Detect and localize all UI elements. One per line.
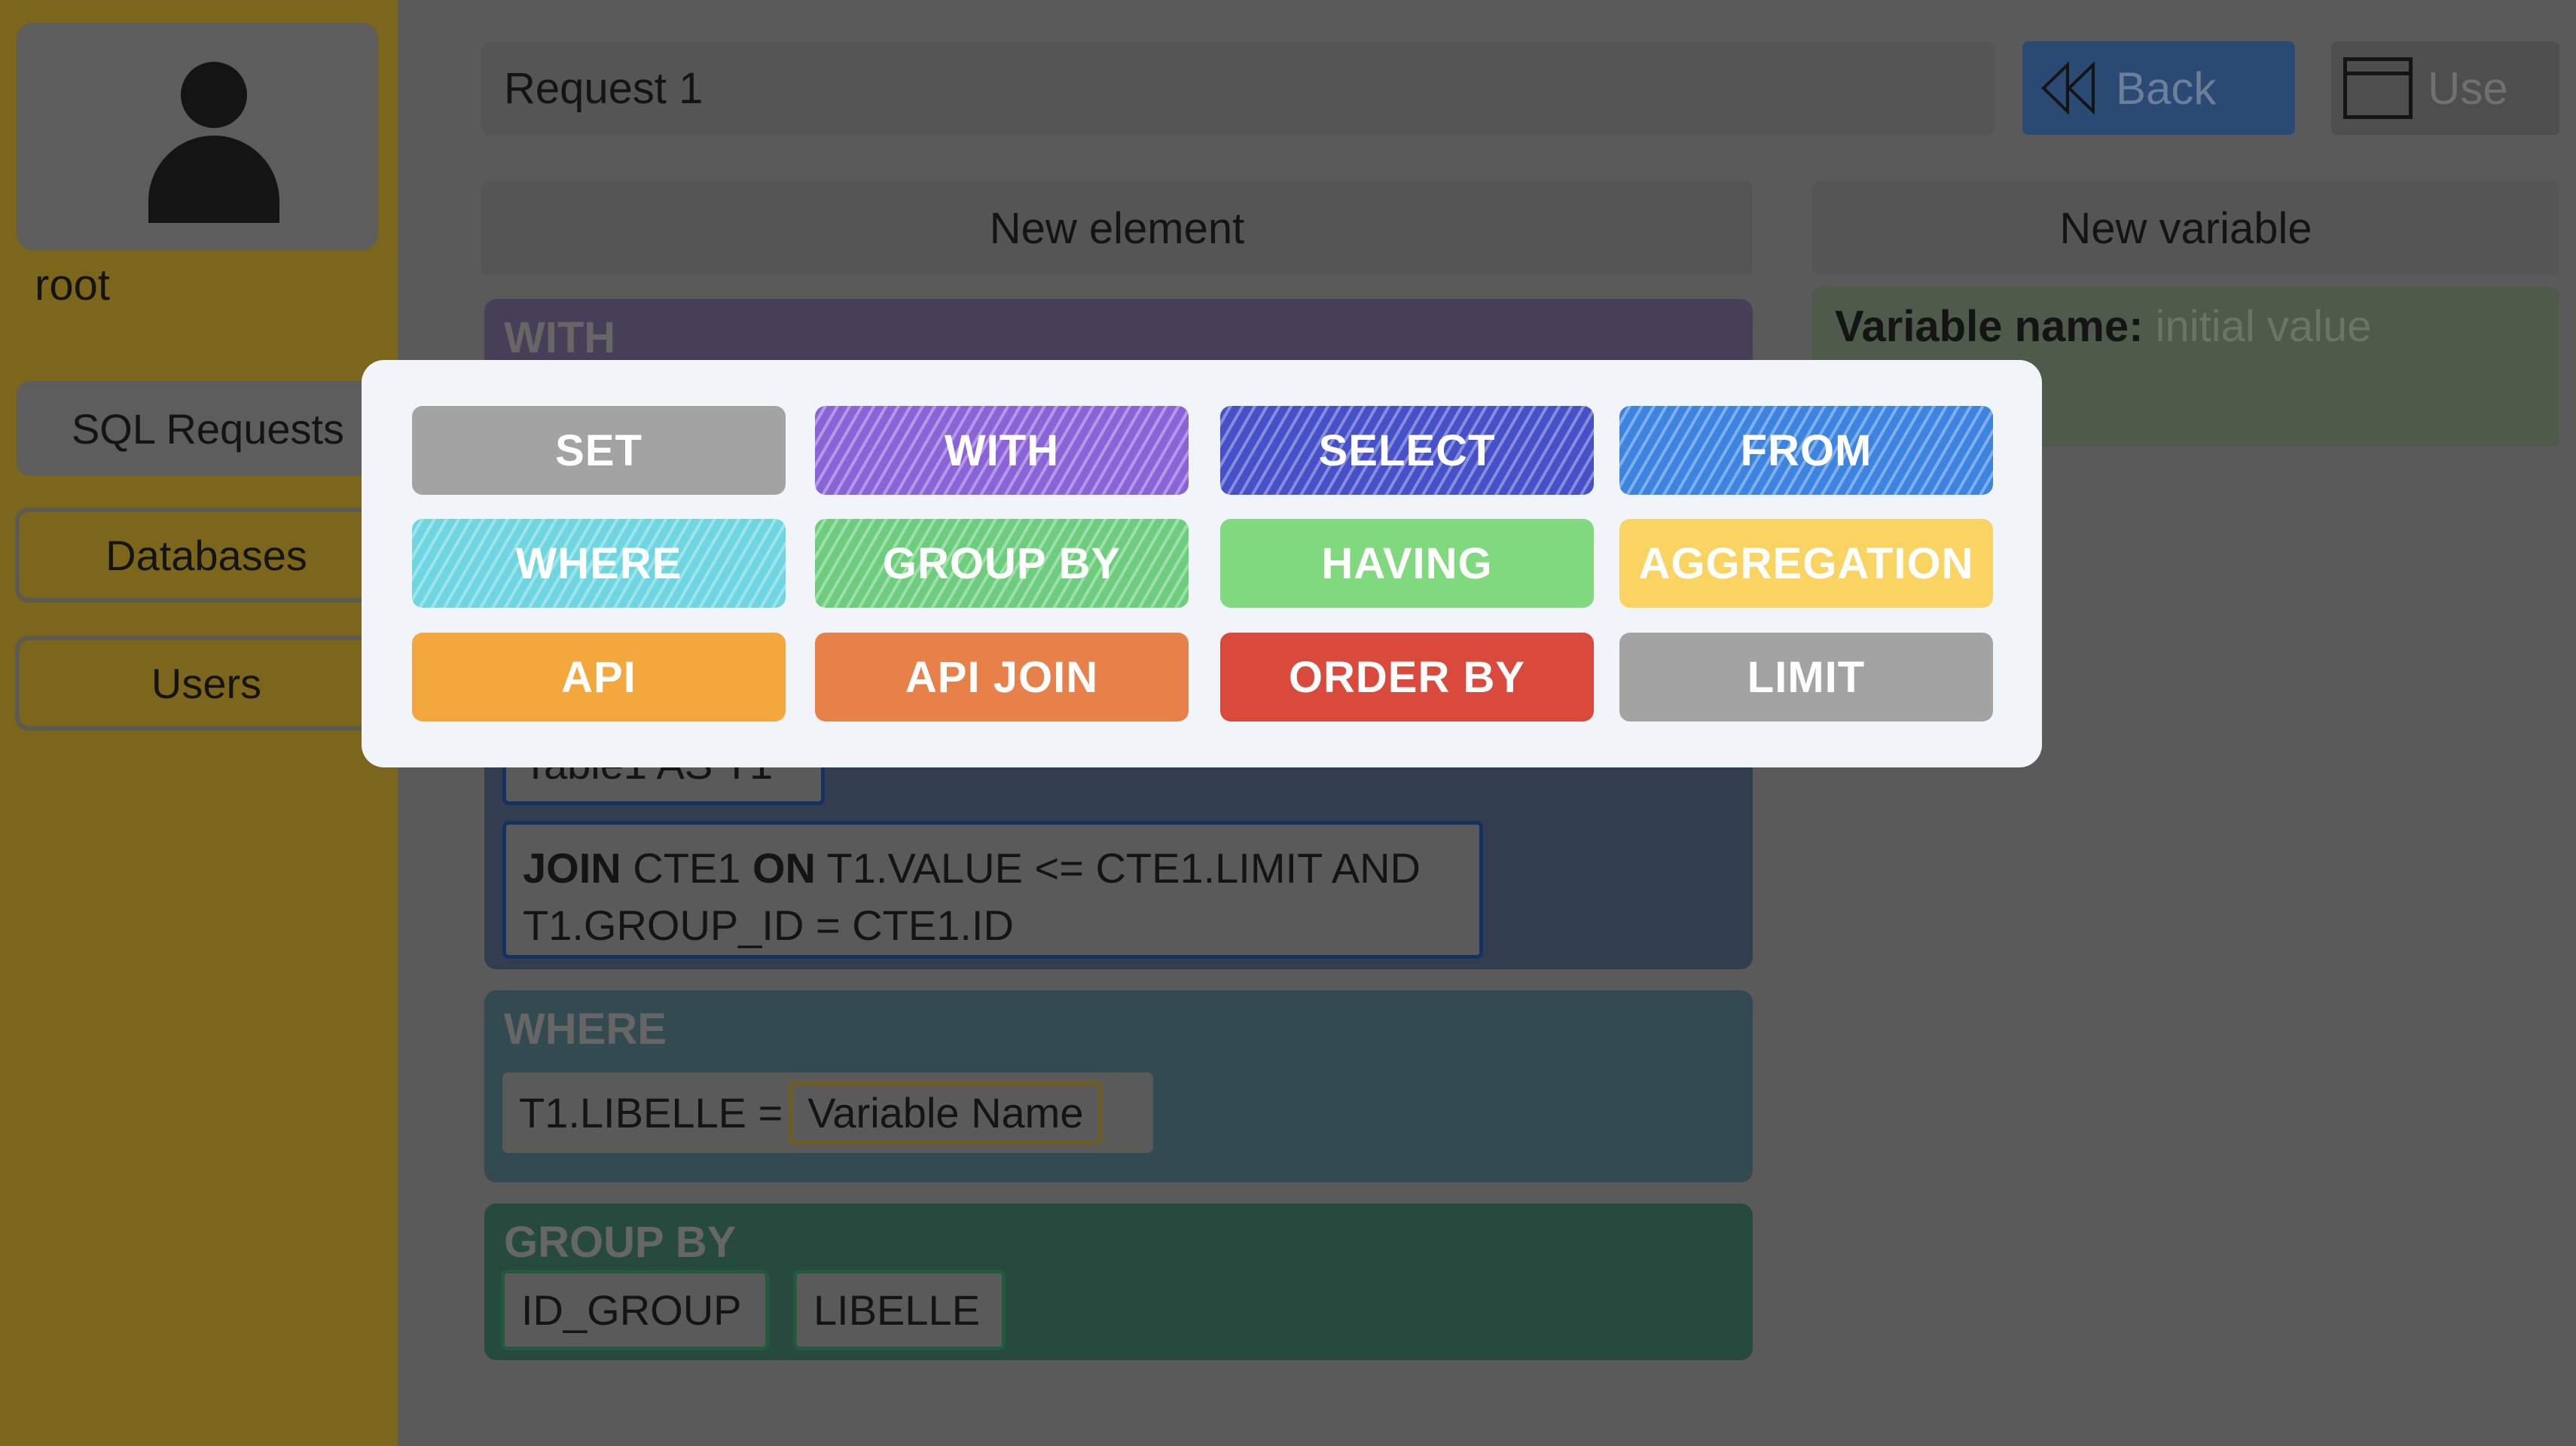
join-keyword: JOIN	[523, 844, 621, 892]
block-label: WHERE	[504, 1005, 667, 1054]
option-aggregation-button[interactable]: AGGREGATION	[1619, 519, 1993, 608]
group-by-item[interactable]: LIBELLE	[793, 1270, 1006, 1350]
option-api-button[interactable]: API	[412, 633, 786, 721]
sidebar-item-users[interactable]: Users	[15, 636, 398, 731]
option-api-join-button[interactable]: API JOIN	[815, 633, 1189, 721]
join-item[interactable]: JOIN CTE1 ON T1.VALUE <= CTE1.LIMIT AND …	[502, 821, 1483, 959]
join-table: CTE1	[633, 844, 741, 892]
variable-chip[interactable]: Variable Name	[789, 1081, 1103, 1144]
block-label: GROUP BY	[504, 1218, 737, 1267]
use-button[interactable]: Use	[2331, 41, 2559, 135]
avatar	[17, 23, 378, 250]
user-icon	[181, 62, 247, 128]
new-element-modal: SET WITH SELECT FROM WHERE GROUP BY HAVING AGGR…	[362, 360, 2042, 767]
group-by-item[interactable]: ID_GROUP	[501, 1270, 769, 1350]
user-icon-body	[148, 136, 279, 223]
variable-initial-value[interactable]: initial value	[2156, 302, 2372, 351]
where-condition: T1.LIBELLE =	[519, 1089, 783, 1136]
option-where-button[interactable]: WHERE	[412, 519, 786, 608]
option-group-by-button[interactable]: GROUP BY	[815, 519, 1189, 608]
join-condition-2: T1.GROUP_ID = CTE1.ID	[523, 901, 1014, 949]
option-select-button[interactable]: SELECT	[1220, 406, 1594, 495]
back-button[interactable]: Back	[2022, 41, 2295, 135]
variable-name-label[interactable]: Variable name:	[1835, 302, 2143, 351]
username: root	[35, 261, 110, 310]
option-having-button[interactable]: HAVING	[1220, 519, 1594, 608]
request-title-input[interactable]: Request 1	[481, 41, 1995, 135]
use-label: Use	[2428, 63, 2508, 114]
sidebar-item-sql-requests[interactable]: SQL Requests	[17, 381, 399, 476]
on-keyword: ON	[752, 844, 816, 892]
rewind-icon	[2041, 62, 2095, 114]
sidebar-item-databases[interactable]: Databases	[15, 508, 398, 602]
option-order-by-button[interactable]: ORDER BY	[1220, 633, 1594, 721]
option-with-button[interactable]: WITH	[815, 406, 1189, 495]
option-limit-button[interactable]: LIMIT	[1619, 633, 1993, 721]
join-condition: T1.VALUE <= CTE1.LIMIT AND	[826, 844, 1421, 892]
block-label: WITH	[504, 313, 616, 362]
option-set-button[interactable]: SET	[412, 406, 786, 495]
back-label: Back	[2116, 63, 2217, 114]
window-icon	[2343, 57, 2413, 119]
new-variable-button[interactable]: New variable	[1812, 181, 2559, 276]
where-condition-item[interactable]: T1.LIBELLE = Variable Name	[502, 1072, 1153, 1153]
option-from-button[interactable]: FROM	[1619, 406, 1993, 495]
new-element-button[interactable]: New element	[481, 181, 1753, 276]
sidebar: root SQL Requests Databases Users	[0, 0, 399, 1446]
